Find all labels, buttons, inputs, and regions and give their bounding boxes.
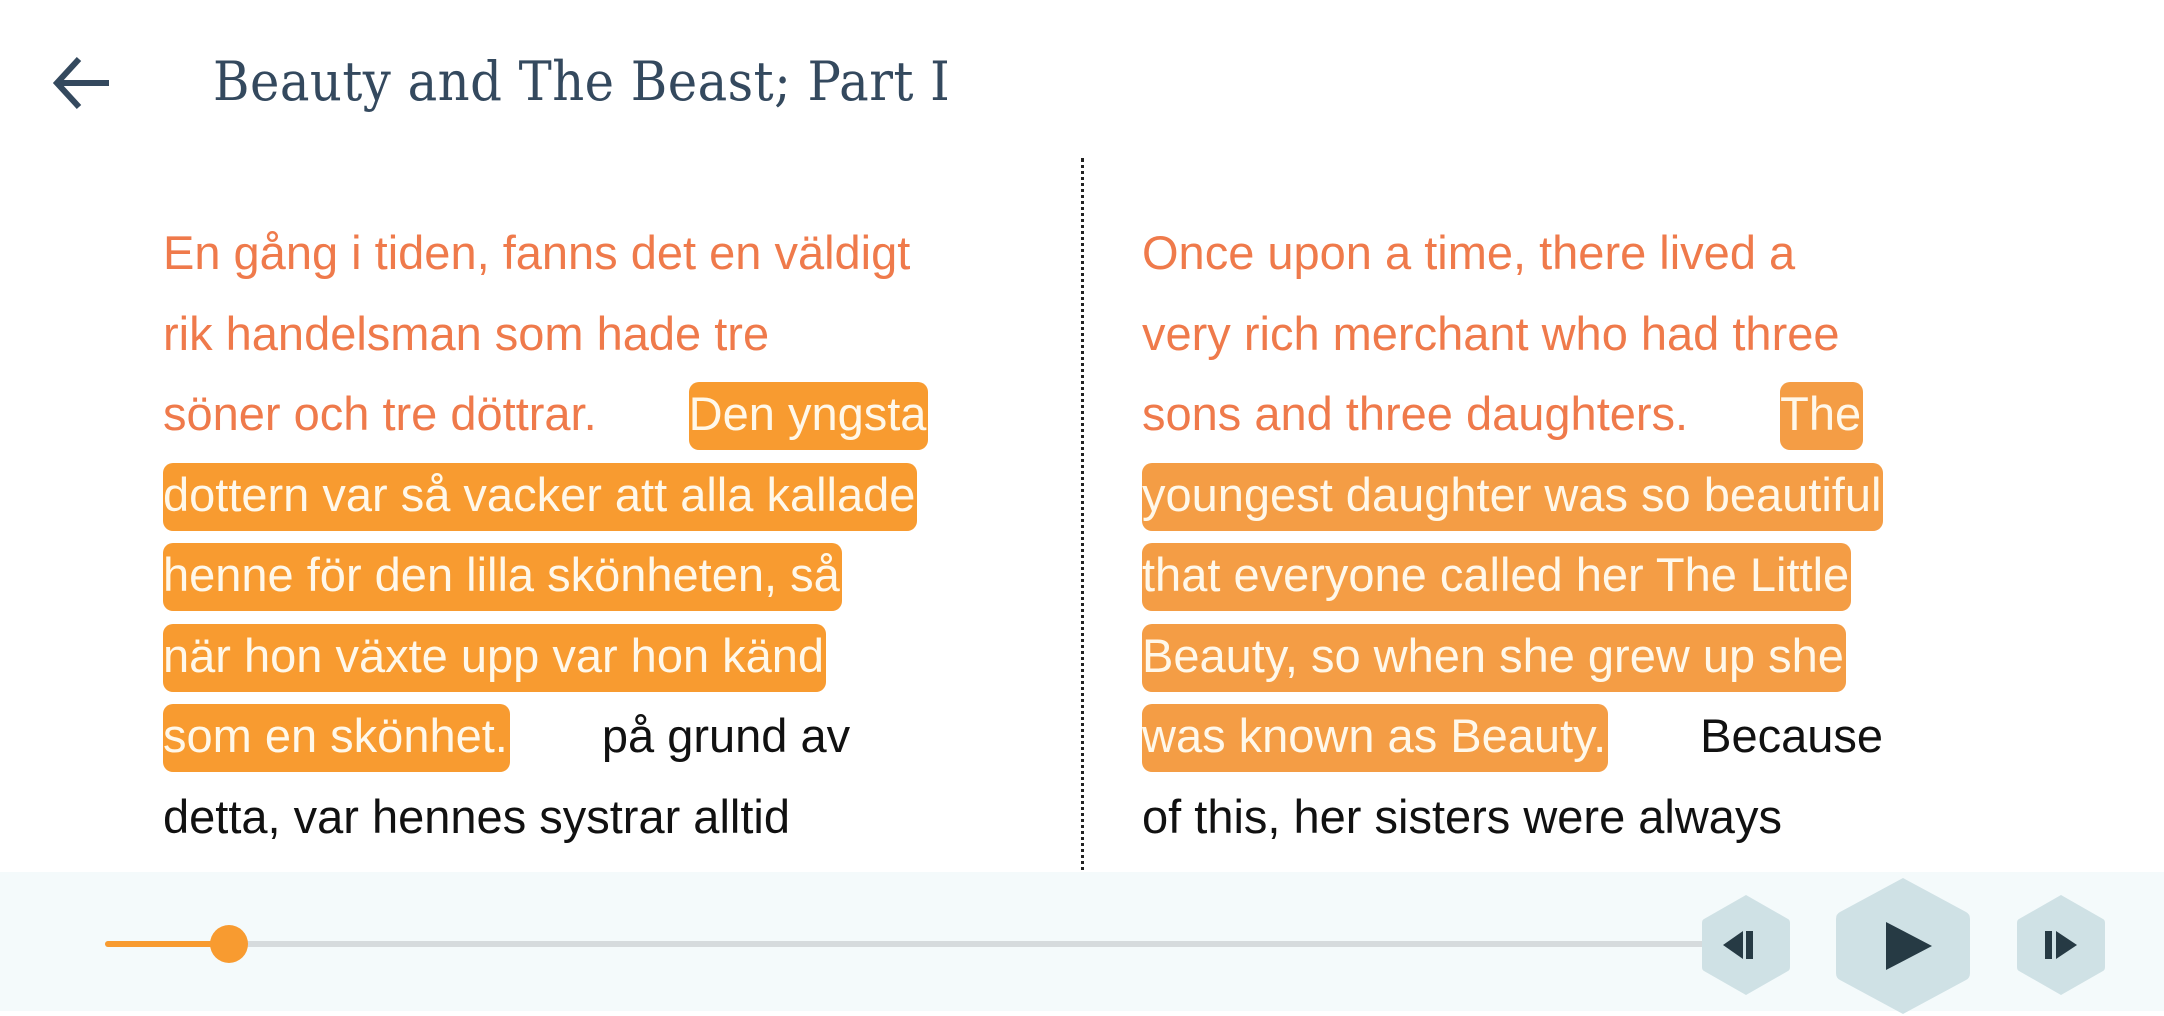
text-line: En gång i tiden, fanns det en väldigt — [163, 215, 1043, 296]
current-sentence-segment[interactable]: The — [1780, 382, 1864, 451]
current-sentence-segment[interactable]: som en skönhet. — [163, 704, 510, 773]
current-sentence-segment[interactable]: när hon växte upp var hon känd — [163, 623, 827, 692]
progress-slider[interactable] — [105, 925, 1710, 963]
text-line: söner och tre döttrar. Den yngsta — [163, 376, 1043, 457]
text-line: när hon växte upp var hon känd — [163, 618, 1043, 699]
swedish-text-column: En gång i tiden, fanns det en väldigt rik… — [163, 215, 1043, 859]
read-sentence-segment[interactable]: söner och tre döttrar. — [163, 382, 597, 450]
text-line: dottern var så vacker att alla kallade — [163, 457, 1043, 538]
current-sentence-segment[interactable]: dottern var så vacker att alla kallade — [163, 462, 918, 531]
text-line: of this, her sisters were always — [1142, 779, 2022, 860]
text-line: that everyone called her The Little — [1142, 537, 2022, 618]
column-divider — [1081, 158, 1084, 872]
current-sentence-segment[interactable]: youngest daughter was so beautiful — [1142, 462, 1884, 531]
progress-thumb[interactable] — [209, 925, 248, 963]
current-sentence-segment[interactable]: that everyone called her The Little — [1142, 543, 1852, 612]
unread-sentence-segment[interactable]: på grund av — [602, 704, 850, 772]
current-sentence-segment[interactable]: henne för den lilla skönheten, så — [163, 543, 842, 612]
english-text-column: Once upon a time, there lived a very rich… — [1142, 215, 2022, 872]
unread-sentence-segment[interactable]: detta, var hennes systrar alltid — [163, 785, 790, 853]
read-sentence-segment[interactable]: very rich merchant who had three — [1142, 302, 1840, 370]
bilingual-reader: En gång i tiden, fanns det en väldigt rik… — [0, 150, 2164, 872]
read-sentence-segment[interactable]: sons and three daughters. — [1142, 382, 1688, 450]
unread-sentence-segment[interactable]: of this, her sisters were always — [1142, 785, 1782, 853]
text-line: sons and three daughters. The — [1142, 376, 2022, 457]
header-bar: Beauty and The Beast; Part I — [0, 0, 2164, 160]
text-line: very rich merchant who had three — [1142, 296, 2022, 377]
read-sentence-segment[interactable]: rik handelsman som hade tre — [163, 302, 769, 370]
play-button[interactable] — [1834, 876, 1972, 1016]
unread-sentence-segment[interactable]: jealous — [1142, 865, 1291, 872]
text-line: Once upon a time, there lived a — [1142, 215, 2022, 296]
back-button[interactable] — [50, 52, 116, 118]
current-sentence-segment[interactable]: Den yngsta — [688, 382, 929, 451]
progress-track — [105, 941, 1710, 947]
text-line: Beauty, so when she grew up she — [1142, 618, 2022, 699]
next-button[interactable] — [2015, 893, 2107, 997]
text-line: was known as Beauty. Because — [1142, 698, 2022, 779]
text-line: jealous — [1142, 859, 2022, 872]
text-line: detta, var hennes systrar alltid — [163, 779, 1043, 860]
unread-sentence-segment[interactable]: Because — [1700, 704, 1883, 772]
text-line: som en skönhet. på grund av — [163, 698, 1043, 779]
text-line: henne för den lilla skönheten, så — [163, 537, 1043, 618]
read-sentence-segment[interactable]: En gång i tiden, fanns det en väldigt — [163, 221, 910, 289]
read-sentence-segment[interactable]: Once upon a time, there lived a — [1142, 221, 1795, 289]
text-line: youngest daughter was so beautiful — [1142, 457, 2022, 538]
arrow-left-icon — [52, 55, 113, 116]
page-title: Beauty and The Beast; Part I — [213, 50, 951, 113]
current-sentence-segment[interactable]: Beauty, so when she grew up she — [1142, 623, 1846, 692]
previous-button[interactable] — [1700, 893, 1792, 997]
text-line: rik handelsman som hade tre — [163, 296, 1043, 377]
current-sentence-segment[interactable]: was known as Beauty. — [1142, 704, 1609, 773]
